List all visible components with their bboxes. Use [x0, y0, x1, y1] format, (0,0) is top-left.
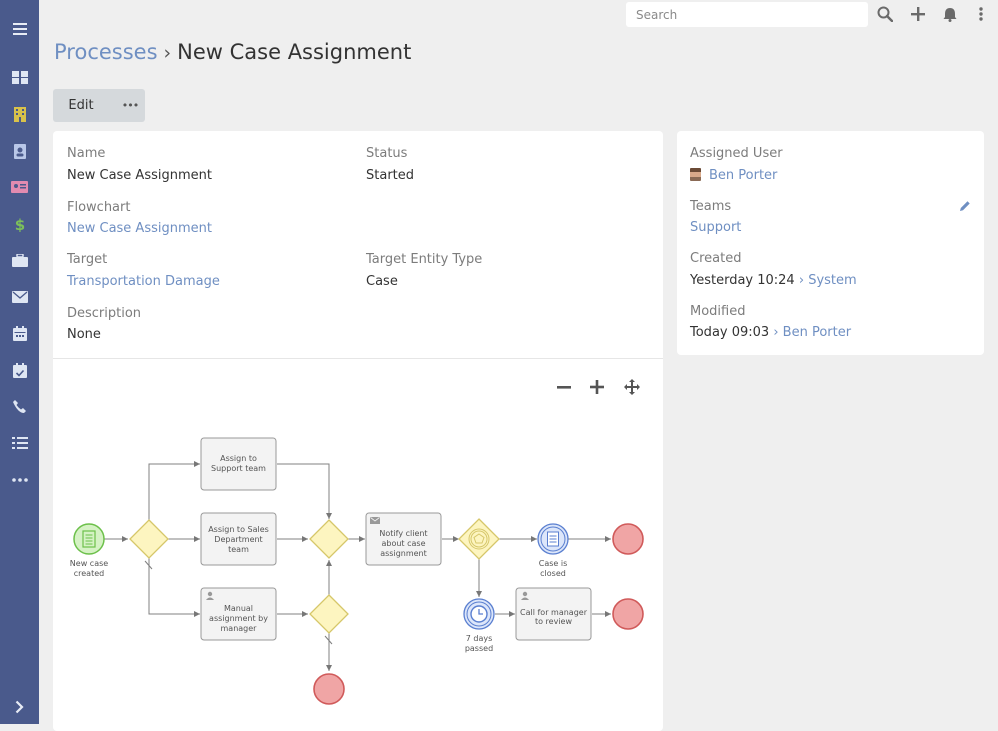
breadcrumb-processes-link[interactable]: Processes	[54, 40, 158, 64]
kebab-icon[interactable]	[971, 4, 991, 24]
target-label: Target	[67, 252, 108, 267]
target-link[interactable]: Transportation Damage	[67, 274, 220, 289]
search-icon[interactable]	[875, 4, 895, 24]
briefcase-icon[interactable]	[0, 245, 39, 275]
end-event[interactable]	[612, 598, 644, 630]
dollar-icon[interactable]: $	[0, 209, 39, 239]
assigned-user-label: Assigned User	[690, 146, 783, 161]
teams-label: Teams	[690, 199, 732, 214]
calendar-icon[interactable]	[0, 318, 39, 348]
breadcrumb: Processes › New Case Assignment	[54, 40, 411, 64]
sidebar: $	[0, 0, 39, 724]
more-actions-button[interactable]: •••	[115, 89, 145, 122]
action-button-group: Edit •••	[53, 89, 145, 122]
start-event-label-line2: created	[74, 569, 104, 578]
dashboard-icon[interactable]	[0, 62, 39, 92]
created-value: Yesterday 10:24 › System	[690, 273, 857, 288]
task-notify-label: assignment	[380, 549, 427, 558]
task-manual-label: Manual	[224, 604, 253, 613]
modified-label: Modified	[690, 304, 746, 319]
calendar-check-icon[interactable]	[0, 355, 39, 385]
created-date: Yesterday 10:24	[690, 273, 795, 288]
task-assign-sales[interactable]: Assign to Sales Department team	[200, 512, 277, 566]
task-notify-label: Notify client	[379, 529, 427, 538]
task-assign-sales-label: Department	[214, 535, 262, 544]
task-notify-label: about case	[381, 539, 425, 548]
start-event-label-line1: New case	[70, 559, 108, 568]
task-call-label: to review	[535, 617, 572, 626]
assigned-user-link[interactable]: Ben Porter	[709, 168, 777, 183]
task-assign-support[interactable]: Assign to Support team	[200, 437, 277, 491]
name-label: Name	[67, 146, 106, 161]
breadcrumb-separator: ›	[163, 42, 172, 64]
pencil-icon[interactable]	[959, 200, 973, 214]
svg-text:$: $	[14, 216, 24, 232]
task-call-label: Call for manager	[520, 608, 588, 617]
modified-date: Today 09:03	[690, 325, 770, 340]
envelope-icon	[370, 517, 380, 524]
side-panel: Assigned User Ben Porter Teams Support C…	[677, 131, 984, 355]
end-event[interactable]	[612, 523, 644, 555]
building-icon[interactable]	[0, 99, 39, 129]
status-value: Started	[366, 168, 415, 183]
more-icon[interactable]	[0, 465, 39, 495]
task-notify-client[interactable]: Notify client about case assignment	[365, 512, 442, 566]
bell-icon[interactable]	[940, 4, 960, 24]
timer-event[interactable]	[463, 598, 495, 630]
team-link[interactable]: Support	[690, 220, 741, 235]
task-manual-label: manager	[221, 624, 258, 633]
target-entity-type-label: Target Entity Type	[366, 252, 483, 267]
start-event[interactable]	[73, 523, 105, 555]
description-value: None	[67, 327, 101, 342]
target-entity-type-value: Case	[366, 274, 398, 289]
plus-icon[interactable]	[908, 4, 928, 24]
task-call-manager[interactable]: Call for manager to review	[515, 587, 592, 641]
phone-icon[interactable]	[0, 391, 39, 421]
task-assign-sales-label: Assign to Sales	[208, 525, 269, 534]
case-closed-label: Case is	[539, 559, 568, 568]
created-label: Created	[690, 251, 742, 266]
envelope-icon[interactable]	[0, 282, 39, 312]
task-assign-support-label: Assign to	[220, 454, 257, 463]
detail-panel: Name New Case Assignment Status Started …	[53, 131, 663, 731]
contact-icon[interactable]	[0, 136, 39, 166]
modified-value: Today 09:03 › Ben Porter	[690, 325, 851, 340]
timer-event-label: passed	[465, 644, 493, 653]
name-value: New Case Assignment	[67, 168, 212, 183]
task-manual-assignment[interactable]: Manual assignment by manager	[200, 587, 277, 641]
event-based-gateway[interactable]	[458, 518, 500, 560]
case-closed-label: closed	[540, 569, 566, 578]
exclusive-gateway[interactable]	[309, 519, 349, 559]
case-closed-event[interactable]	[537, 523, 569, 555]
chevron-right-icon[interactable]	[0, 692, 39, 722]
exclusive-gateway[interactable]	[309, 594, 349, 634]
id-card-icon[interactable]	[0, 172, 39, 202]
search-input[interactable]	[626, 2, 868, 27]
task-assign-sales-label: team	[228, 545, 249, 554]
flowchart-link[interactable]: New Case Assignment	[67, 221, 212, 236]
tasks-icon[interactable]	[0, 428, 39, 458]
modified-by-link[interactable]: › Ben Porter	[773, 325, 851, 340]
created-by-link[interactable]: › System	[799, 273, 857, 288]
end-event[interactable]	[313, 673, 345, 705]
flowchart-diagram: New case created Assign to Support team …	[70, 437, 644, 705]
task-assign-support-label: Support team	[211, 464, 266, 473]
description-label: Description	[67, 306, 142, 321]
exclusive-gateway[interactable]	[129, 519, 169, 559]
timer-event-label: 7 days	[466, 634, 493, 643]
avatar	[690, 168, 701, 181]
edit-button[interactable]: Edit	[53, 89, 115, 122]
flowchart-label: Flowchart	[67, 200, 131, 215]
status-label: Status	[366, 146, 408, 161]
menu-icon[interactable]	[0, 14, 39, 44]
page-title: New Case Assignment	[177, 40, 412, 64]
task-manual-label: assignment by	[209, 614, 268, 623]
